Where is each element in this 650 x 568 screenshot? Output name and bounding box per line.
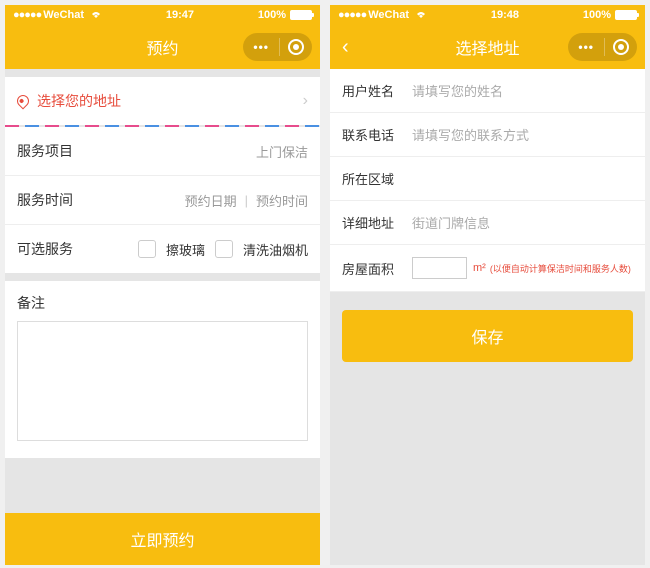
nav-title: 预约: [146, 35, 178, 59]
phone-right: ●●●●● WeChat 19:48 100% ‹ 选择地址 ••• 用户姓名 …: [330, 5, 645, 565]
save-button[interactable]: 保存: [342, 310, 633, 362]
remark-label: 备注: [17, 293, 308, 313]
area-hint: (以便自动计算保洁时间和服务人数): [490, 262, 631, 275]
location-pin-icon: [15, 93, 32, 110]
time-value[interactable]: 预约时间: [256, 191, 308, 210]
signal-dots-icon: ●●●●●: [338, 9, 366, 21]
detail-row[interactable]: 详细地址 街道门牌信息: [330, 201, 645, 245]
service-value: 上门保洁: [256, 142, 308, 161]
region-label: 所在区域: [342, 169, 412, 188]
option2-checkbox[interactable]: [215, 240, 233, 258]
phone-input[interactable]: 请填写您的联系方式: [412, 125, 529, 144]
detail-input[interactable]: 街道门牌信息: [412, 213, 490, 232]
chevron-right-icon: ›: [303, 92, 308, 110]
service-row[interactable]: 服务项目 上门保洁: [5, 127, 320, 176]
status-time: 19:48: [491, 9, 519, 21]
option1-label: 擦玻璃: [166, 240, 205, 259]
battery-percent: 100%: [258, 9, 286, 21]
phone-left: ●●●●● WeChat 19:47 100% 预约 ••• 选择您的地址: [5, 5, 320, 565]
wifi-icon: [90, 9, 102, 22]
capsule-button[interactable]: •••: [243, 33, 312, 61]
close-target-icon[interactable]: [605, 39, 637, 55]
close-target-icon[interactable]: [280, 39, 312, 55]
detail-label: 详细地址: [342, 213, 412, 232]
submit-button[interactable]: 立即预约: [5, 513, 320, 565]
remark-textarea[interactable]: [17, 321, 308, 441]
time-label: 服务时间: [17, 190, 73, 210]
service-label: 服务项目: [17, 141, 73, 161]
address-selector[interactable]: 选择您的地址 ›: [5, 77, 320, 125]
name-row[interactable]: 用户姓名 请填写您的姓名: [330, 69, 645, 113]
nav-bar: ‹ 选择地址 •••: [330, 25, 645, 69]
area-label: 房屋面积: [342, 259, 412, 278]
status-time: 19:47: [166, 9, 194, 21]
carrier-label: WeChat: [43, 9, 84, 21]
address-label: 选择您的地址: [37, 91, 121, 111]
name-label: 用户姓名: [342, 81, 412, 100]
nav-bar: 预约 •••: [5, 25, 320, 69]
phone-row[interactable]: 联系电话 请填写您的联系方式: [330, 113, 645, 157]
battery-icon: [615, 10, 637, 20]
option1-checkbox[interactable]: [138, 240, 156, 258]
area-input[interactable]: [412, 257, 467, 279]
status-bar: ●●●●● WeChat 19:48 100%: [330, 5, 645, 25]
signal-dots-icon: ●●●●●: [13, 9, 41, 21]
menu-dots-icon[interactable]: •••: [243, 40, 279, 54]
options-label: 可选服务: [17, 239, 73, 259]
wifi-icon: [415, 9, 427, 22]
area-unit: m²: [473, 262, 486, 274]
menu-dots-icon[interactable]: •••: [568, 40, 604, 54]
capsule-button[interactable]: •••: [568, 33, 637, 61]
option2-label: 清洗油烟机: [243, 240, 308, 259]
phone-label: 联系电话: [342, 125, 412, 144]
time-row[interactable]: 服务时间 预约日期 | 预约时间: [5, 176, 320, 225]
name-input[interactable]: 请填写您的姓名: [412, 81, 503, 100]
time-divider: |: [245, 193, 248, 208]
options-row: 可选服务 擦玻璃 清洗油烟机: [5, 225, 320, 273]
battery-icon: [290, 10, 312, 20]
date-value[interactable]: 预约日期: [185, 191, 237, 210]
area-row: 房屋面积 m² (以便自动计算保洁时间和服务人数): [330, 245, 645, 292]
region-row[interactable]: 所在区域: [330, 157, 645, 201]
carrier-label: WeChat: [368, 9, 409, 21]
battery-percent: 100%: [583, 9, 611, 21]
nav-title: 选择地址: [455, 35, 519, 59]
back-icon[interactable]: ‹: [342, 36, 349, 59]
status-bar: ●●●●● WeChat 19:47 100%: [5, 5, 320, 25]
